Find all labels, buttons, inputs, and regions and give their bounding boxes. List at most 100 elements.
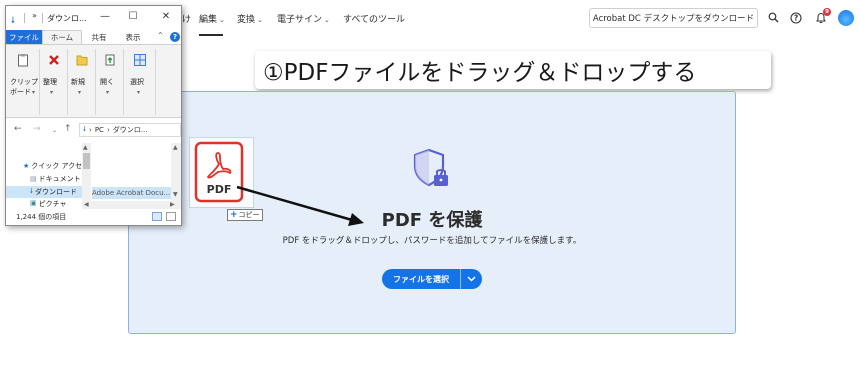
new-folder-icon (76, 55, 88, 66)
truncated-nav-char: け (182, 15, 192, 25)
scroll-down-icon[interactable]: ▼ (173, 191, 178, 198)
notification-badge: 9 (823, 8, 831, 16)
scroll-right-icon[interactable]: ▶ (170, 201, 175, 208)
file-list-item[interactable]: Adobe Acrobat Docu... (92, 187, 172, 199)
help-icon[interactable]: ? (170, 32, 180, 42)
nav-pane-scrollbar[interactable]: ▲ (82, 143, 91, 209)
explorer-ribbon: クリップ ボード ▾ 整理 ▾ 新規 ▾ 開く ▾ 選択 ▾ (6, 44, 181, 118)
recent-chevron-icon[interactable]: ⌄ (52, 127, 57, 134)
download-arrow-icon: 🠗 (30, 186, 34, 195)
step-caption: ①PDFファイルをドラッグ＆ドロップする (255, 51, 771, 89)
ribbon-organize-label: 整理 (43, 78, 57, 86)
quick-access-overflow[interactable]: » (32, 11, 37, 20)
nav-convert[interactable]: 変換 ⌄ (237, 12, 263, 25)
ribbon-clipboard[interactable]: クリップ ボード ▾ (6, 49, 40, 115)
ribbon-open[interactable]: 開く ▾ (96, 49, 124, 115)
title-separator (24, 13, 25, 23)
nav-documents[interactable]: ▤ ドキュメント (6, 173, 82, 185)
nav-esign-label: 電子サイン (277, 15, 323, 25)
clipboard-icon (18, 54, 28, 67)
address-path[interactable]: 🠗 › PC › ダウンロ... (79, 123, 181, 137)
copy-label: コピー (238, 211, 260, 219)
dropdown-arrow-icon: ▾ (78, 89, 82, 96)
file-explorer-window[interactable]: 🠗 » ダウンロ... — ☐ ✕ ファイル ホーム 共有 表示 ⌃ ? クリッ… (5, 5, 182, 226)
nav-convert-label: 変換 (237, 15, 256, 25)
download-arrow-icon: 🠗 (83, 124, 87, 133)
ribbon-select[interactable]: 選択 ▾ (124, 49, 156, 115)
title-separator (42, 13, 43, 23)
plus-icon: + (230, 210, 238, 220)
scroll-left-icon[interactable]: ◀ (84, 201, 89, 208)
chevron-down-icon: ⌄ (257, 16, 263, 24)
explorer-file-list: Adobe Acrobat Docu... (92, 143, 181, 209)
horizontal-scrollbar[interactable]: ◀ ▶ (82, 201, 181, 209)
drop-zone-subtitle: PDF をドラッグ＆ドロップし、パスワードを追加してファイルを保護します。 (282, 236, 582, 246)
tab-view[interactable]: 表示 (120, 30, 146, 44)
path-separator-icon: › (106, 126, 110, 134)
path-separator-icon: › (89, 126, 92, 134)
picture-icon: ▣ (30, 199, 37, 207)
ribbon-organize[interactable]: 整理 ▾ (40, 49, 68, 115)
tab-file[interactable]: ファイル (6, 30, 42, 44)
drop-zone-title: PDF を保護 (381, 210, 483, 231)
dropdown-arrow-icon: ▾ (137, 89, 141, 96)
nav-esign[interactable]: 電子サイン ⌄ (277, 12, 330, 25)
nav-pictures[interactable]: ▣ ピクチャ (6, 199, 82, 207)
chevron-up-icon[interactable]: ⌃ (157, 31, 164, 40)
ribbon-open-label: 開く (100, 78, 114, 86)
open-icon (105, 54, 115, 66)
back-arrow-icon[interactable]: ← (14, 124, 22, 134)
download-arrow-icon: 🠗 (11, 16, 15, 26)
chevron-down-icon: ⌄ (324, 16, 330, 24)
tab-share[interactable]: 共有 (86, 30, 112, 44)
star-icon: ★ (23, 162, 30, 170)
delete-x-icon (49, 55, 59, 65)
dropdown-arrow-icon: ▾ (106, 89, 110, 96)
select-grid-icon (134, 54, 146, 66)
item-count: 1,244 個の項目 (16, 213, 67, 221)
ribbon-new[interactable]: 新規 ▾ (68, 49, 96, 115)
up-arrow-icon[interactable]: ↑ (64, 124, 72, 134)
large-icons-view-icon[interactable] (166, 212, 176, 221)
explorer-title-bar[interactable]: 🠗 » ダウンロ... — ☐ ✕ (6, 6, 181, 30)
nav-edit-label: 編集 (199, 15, 218, 25)
nav-active-indicator (199, 34, 223, 36)
pdf-file-icon-label: PDF (207, 183, 232, 196)
nav-downloads[interactable]: 🠗 ダウンロード (6, 186, 82, 198)
scroll-up-icon[interactable]: ▲ (173, 144, 178, 151)
forward-arrow-icon[interactable]: → (33, 124, 41, 134)
path-downloads[interactable]: ダウンロ... (113, 125, 148, 135)
avatar[interactable] (838, 10, 854, 26)
select-file-label: ファイルを選択 (393, 274, 449, 284)
ribbon-clipboard-label: クリップ (10, 78, 38, 86)
path-pc[interactable]: PC (95, 126, 104, 134)
nav-all-tools[interactable]: すべてのツール (343, 12, 405, 25)
nav-edit[interactable]: 編集 ⌄ (199, 12, 225, 25)
file-list-scrollbar[interactable]: ▲ ▼ (171, 143, 181, 209)
nav-all-tools-label: すべてのツール (343, 15, 406, 25)
tab-home[interactable]: ホーム (42, 30, 82, 44)
scroll-up-icon[interactable]: ▲ (83, 144, 88, 151)
minimize-icon[interactable]: — (98, 11, 112, 22)
nav-quick-access[interactable]: ★クイック アクセス (6, 160, 82, 172)
close-icon[interactable]: ✕ (159, 11, 173, 22)
details-view-icon[interactable] (152, 212, 162, 221)
svg-text:?: ? (793, 13, 797, 22)
explorer-title: ダウンロ... (47, 14, 87, 23)
help-icon[interactable]: ? (789, 11, 802, 24)
explorer-address-bar: ← → ⌄ ↑ 🠗 › PC › ダウンロ... (6, 121, 181, 139)
ribbon-select-label: 選択 (130, 78, 144, 86)
select-file-button[interactable]: ファイルを選択 (382, 269, 482, 289)
document-icon: ▤ (30, 175, 37, 183)
chevron-down-icon[interactable] (461, 276, 482, 282)
dropdown-arrow-icon: ▾ (50, 89, 54, 96)
search-icon[interactable] (767, 11, 780, 24)
maximize-icon[interactable]: ☐ (126, 11, 140, 22)
nav-quick-access-label: クイック アクセス (31, 162, 82, 170)
pdf-file-icon: PDF (194, 141, 244, 203)
nav-documents-label: ドキュメント (38, 175, 81, 183)
download-desktop-button[interactable]: Acrobat DC デスクトップをダウンロード (589, 8, 758, 28)
nav-pictures-label: ピクチャ (38, 200, 67, 207)
scrollbar-thumb[interactable] (83, 153, 90, 169)
dropdown-arrow-icon: ▾ (32, 89, 36, 96)
